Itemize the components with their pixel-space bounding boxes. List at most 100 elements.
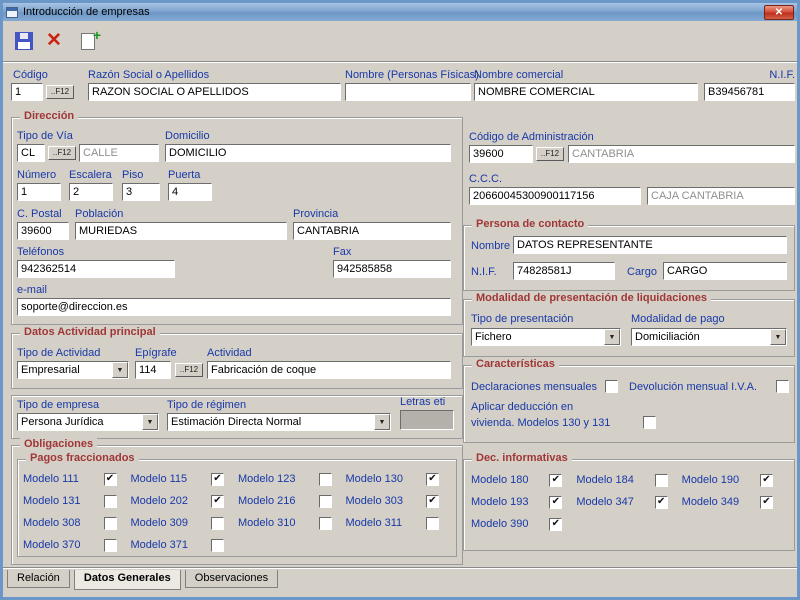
modelo-checkbox[interactable] (319, 517, 332, 530)
contacto-nif-input[interactable] (513, 262, 615, 280)
tab-bar: Relación Datos Generales Observaciones (7, 570, 279, 590)
modelo-label: Modelo 347 (576, 496, 634, 508)
modelo-checkbox[interactable] (655, 496, 668, 509)
codigo-admin-f12-button[interactable]: ..F12 (536, 147, 564, 161)
modelo-checkbox[interactable] (655, 474, 668, 487)
modelo-item: Modelo 190 (682, 473, 787, 487)
delete-icon: ✕ (46, 32, 62, 50)
modelo-checkbox[interactable] (104, 473, 117, 486)
chevron-down-icon[interactable]: ▼ (112, 362, 128, 378)
tipo-actividad-select[interactable]: Empresarial ▼ (17, 361, 129, 379)
email-input[interactable] (17, 298, 451, 316)
modelo-checkbox[interactable] (211, 539, 224, 552)
tipo-via-input[interactable] (17, 144, 45, 162)
piso-input[interactable] (122, 183, 160, 201)
modelo-label: Modelo 390 (471, 518, 529, 530)
domicilio-input[interactable] (165, 144, 451, 162)
chevron-down-icon[interactable]: ▼ (770, 329, 786, 345)
nombre-fisicas-input[interactable] (345, 83, 471, 101)
razon-social-input[interactable] (88, 83, 341, 101)
cpostal-label: C. Postal (17, 208, 62, 220)
modelo-checkbox[interactable] (211, 473, 224, 486)
window-icon (6, 7, 18, 18)
tipo-presentacion-select[interactable]: Fichero ▼ (471, 328, 621, 346)
codigo-admin-desc (568, 145, 795, 163)
modelo-checkbox[interactable] (211, 495, 224, 508)
toolbar-divider (3, 61, 797, 63)
modelo-item: Modelo 310 (238, 516, 346, 530)
provincia-input[interactable] (293, 222, 451, 240)
codigo-input[interactable] (11, 83, 43, 101)
declaraciones-mensuales-checkbox[interactable] (605, 380, 618, 393)
modalidad-pago-select[interactable]: Domiciliación ▼ (631, 328, 787, 346)
save-button[interactable] (11, 28, 37, 54)
numero-input[interactable] (17, 183, 61, 201)
modelo-item: Modelo 115 (131, 472, 239, 486)
devolucion-mensual-checkbox[interactable] (776, 380, 789, 393)
modelo-item: Modelo 347 (576, 495, 681, 509)
puerta-input[interactable] (168, 183, 212, 201)
poblacion-label: Población (75, 208, 123, 220)
tipo-via-f12-button[interactable]: ..F12 (48, 146, 76, 160)
modelo-label: Modelo 371 (131, 539, 189, 551)
tab-relacion[interactable]: Relación (7, 570, 70, 588)
modelo-label: Modelo 190 (682, 474, 740, 486)
contacto-cargo-label: Cargo (627, 266, 657, 278)
contacto-cargo-input[interactable] (663, 262, 787, 280)
modelo-checkbox[interactable] (319, 473, 332, 486)
chevron-down-icon[interactable]: ▼ (142, 414, 158, 430)
ccc-input[interactable] (469, 187, 641, 205)
chevron-down-icon[interactable]: ▼ (604, 329, 620, 345)
delete-button[interactable]: ✕ (41, 28, 67, 54)
modelo-checkbox[interactable] (211, 517, 224, 530)
poblacion-input[interactable] (75, 222, 287, 240)
domicilio-label: Domicilio (165, 130, 210, 142)
modelo-checkbox[interactable] (549, 496, 562, 509)
modelo-checkbox[interactable] (549, 474, 562, 487)
modelo-checkbox[interactable] (319, 495, 332, 508)
dec-informativas-grid: Modelo 180Modelo 184Modelo 190Modelo 193… (471, 473, 787, 531)
nif-input[interactable] (704, 83, 795, 101)
modelo-checkbox[interactable] (549, 518, 562, 531)
modelo-item: Modelo 180 (471, 473, 576, 487)
codigo-f12-button[interactable]: ..F12 (46, 85, 74, 99)
tipo-empresa-select[interactable]: Persona Jurídica ▼ (17, 413, 159, 431)
modelo-label: Modelo 370 (23, 539, 81, 551)
caracteristicas-group-title: Características (472, 358, 559, 370)
codigo-admin-input[interactable] (469, 145, 533, 163)
modelo-checkbox[interactable] (104, 517, 117, 530)
tipo-regimen-select[interactable]: Estimación Directa Normal ▼ (167, 413, 391, 431)
modelo-checkbox[interactable] (426, 473, 439, 486)
epigrafe-input[interactable] (135, 361, 171, 379)
fax-input[interactable] (333, 260, 451, 278)
contacto-nombre-input[interactable] (513, 236, 787, 254)
modelo-label: Modelo 308 (23, 517, 81, 529)
chevron-down-icon[interactable]: ▼ (374, 414, 390, 430)
close-button[interactable]: ✕ (764, 5, 794, 20)
modelo-checkbox[interactable] (426, 517, 439, 530)
modelo-checkbox[interactable] (426, 495, 439, 508)
tipo-empresa-label: Tipo de empresa (17, 399, 99, 411)
tipo-presentacion-value: Fichero (472, 331, 604, 343)
window-title: Introducción de empresas (23, 6, 150, 18)
cpostal-input[interactable] (17, 222, 69, 240)
new-button[interactable] (75, 28, 101, 54)
nombre-comercial-input[interactable] (474, 83, 698, 101)
modelo-checkbox[interactable] (760, 474, 773, 487)
escalera-input[interactable] (69, 183, 113, 201)
deduccion-vivienda-label-line2: vivienda. Modelos 130 y 131 (471, 417, 610, 429)
telefonos-input[interactable] (17, 260, 175, 278)
modelo-label: Modelo 111 (23, 473, 79, 485)
deduccion-vivienda-label-line1: Aplicar deducción en (471, 401, 573, 413)
tab-observaciones[interactable]: Observaciones (185, 570, 278, 588)
modelo-checkbox[interactable] (760, 496, 773, 509)
tab-datos-generales[interactable]: Datos Generales (74, 570, 181, 590)
deduccion-vivienda-checkbox[interactable] (643, 416, 656, 429)
modelo-checkbox[interactable] (104, 495, 117, 508)
razon-social-label: Razón Social o Apellidos (88, 69, 209, 81)
actividad-input[interactable] (207, 361, 451, 379)
epigrafe-f12-button[interactable]: ..F12 (175, 363, 203, 377)
provincia-label: Provincia (293, 208, 338, 220)
modelo-checkbox[interactable] (104, 539, 117, 552)
modelo-item: Modelo 371 (131, 538, 239, 552)
